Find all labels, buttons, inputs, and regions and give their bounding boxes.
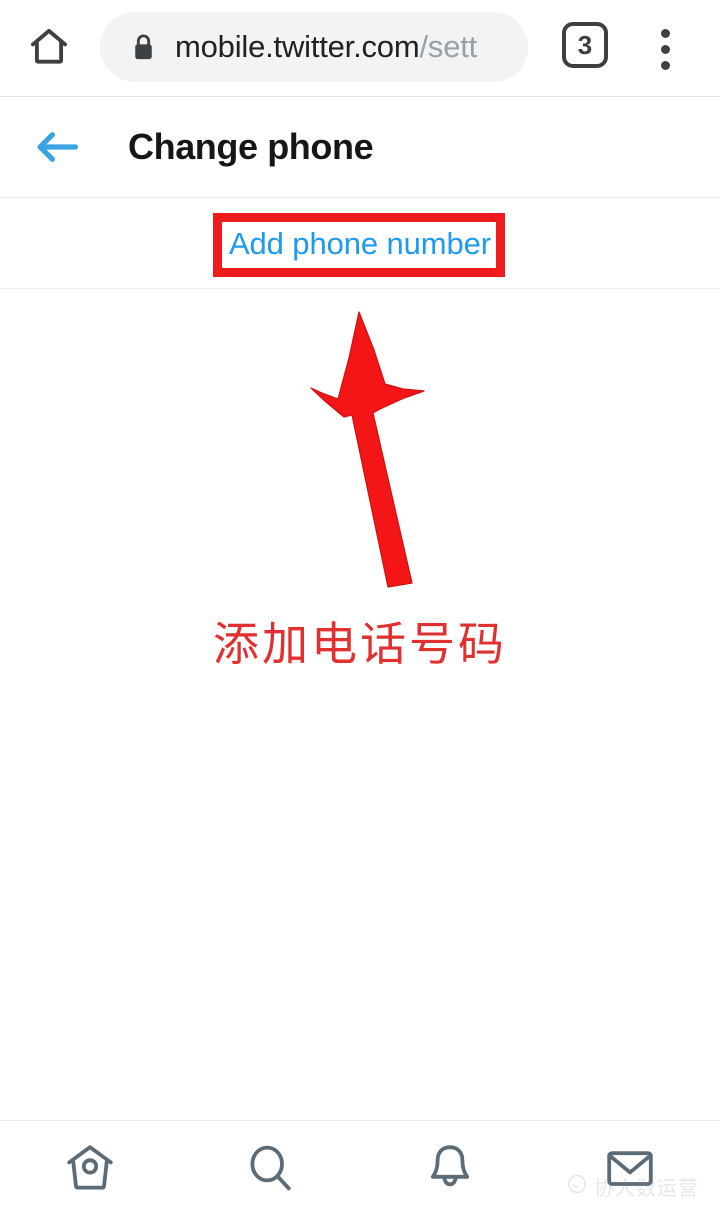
search-icon [242, 1140, 298, 1201]
browser-chrome: mobile.twitter.com/sett 3 [0, 0, 720, 97]
bell-icon [422, 1140, 478, 1201]
page-header: Change phone [0, 98, 720, 198]
annotation-caption: 添加电话号码 [213, 617, 507, 671]
url-path: /sett [419, 29, 478, 64]
add-phone-row[interactable]: Add phone number [0, 199, 720, 289]
mail-icon [602, 1140, 658, 1201]
url-text: mobile.twitter.com/sett [175, 29, 477, 65]
overflow-menu-icon-dot [660, 60, 670, 70]
nav-item-notifications[interactable] [360, 1121, 540, 1220]
nav-item-messages[interactable] [540, 1121, 720, 1220]
tab-counter-button[interactable]: 3 [562, 22, 608, 68]
bottom-navigation-bar [0, 1120, 720, 1220]
back-arrow-icon [34, 129, 80, 170]
back-button[interactable] [22, 120, 92, 178]
nav-item-search[interactable] [180, 1121, 360, 1220]
page-title: Change phone [128, 126, 374, 167]
url-domain: mobile.twitter.com [175, 29, 420, 64]
home-icon [27, 25, 71, 74]
overflow-menu-icon [660, 28, 670, 38]
tab-count-label: 3 [577, 29, 593, 60]
nav-item-home[interactable] [0, 1121, 180, 1220]
url-bar[interactable]: mobile.twitter.com/sett [100, 12, 528, 82]
annotation-arrow-icon [300, 295, 460, 605]
browser-home-button[interactable] [18, 18, 80, 80]
overflow-menu-button[interactable] [645, 18, 685, 80]
add-phone-number-button[interactable]: Add phone number [229, 226, 491, 262]
overflow-menu-icon-dot [660, 44, 670, 54]
lock-icon [130, 32, 157, 63]
home-icon [62, 1140, 118, 1201]
